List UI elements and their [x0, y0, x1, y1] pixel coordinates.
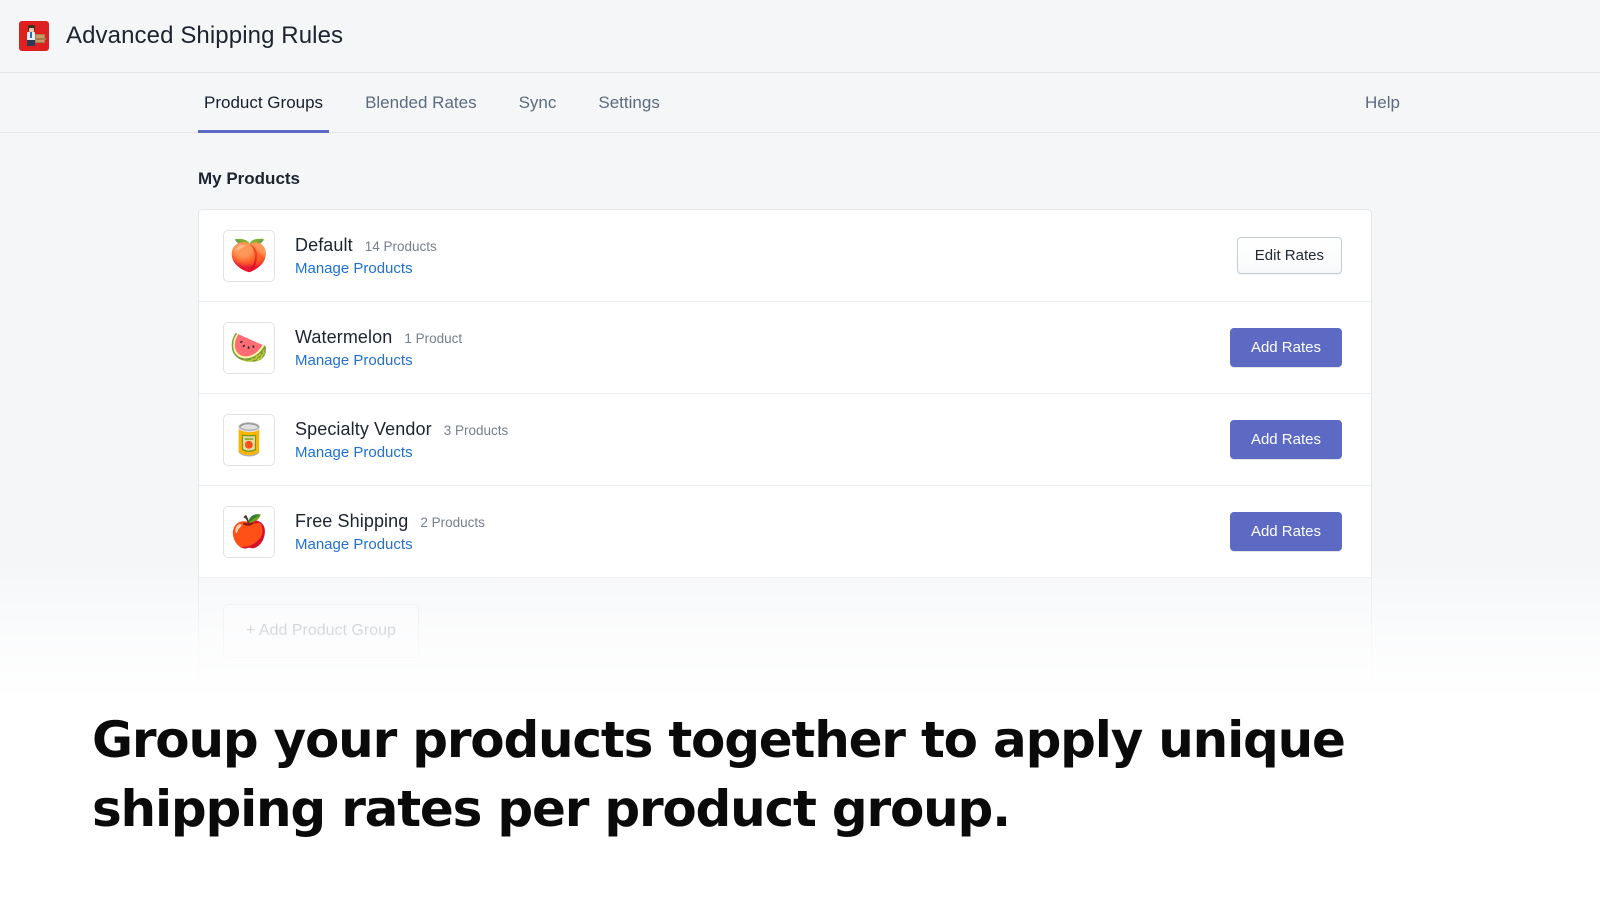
row-action: Edit Rates [1237, 237, 1342, 274]
tab-product-groups[interactable]: Product Groups [198, 73, 329, 132]
apple-thumbnail: 🍎 [223, 506, 275, 558]
row-action: Add Rates [1230, 512, 1342, 551]
section-title: My Products [198, 169, 1600, 189]
group-product-count: 3 Products [444, 423, 509, 438]
manage-products-link[interactable]: Manage Products [295, 536, 485, 553]
tab-settings[interactable]: Settings [592, 73, 665, 132]
add-rates-button[interactable]: Add Rates [1230, 328, 1342, 367]
manage-products-link[interactable]: Manage Products [295, 444, 508, 461]
peach-thumbnail: 🍑 [223, 230, 275, 282]
row-title-line: Free Shipping 2 Products [295, 511, 485, 532]
product-groups-card: 🍑 Default 14 Products Manage Products Ed… [198, 209, 1372, 689]
tab-sync[interactable]: Sync [513, 73, 563, 132]
tab-label: Settings [598, 93, 659, 113]
table-row[interactable]: 🥫 Specialty Vendor 3 Products Manage Pro… [199, 394, 1371, 486]
manage-products-link[interactable]: Manage Products [295, 260, 437, 277]
row-text: Default 14 Products Manage Products [295, 235, 437, 277]
tab-label: Product Groups [204, 93, 323, 113]
card-footer: + Add Product Group [199, 578, 1371, 688]
page-title: Advanced Shipping Rules [66, 22, 343, 50]
table-row[interactable]: 🍉 Watermelon 1 Product Manage Products A… [199, 302, 1371, 394]
row-text: Specialty Vendor 3 Products Manage Produ… [295, 419, 508, 461]
add-rates-button[interactable]: Add Rates [1230, 420, 1342, 459]
row-action: Add Rates [1230, 328, 1342, 367]
app-screenshot: Advanced Shipping Rules Product Groups B… [0, 0, 1600, 700]
watermelon-thumbnail: 🍉 [223, 322, 275, 374]
tab-label: Blended Rates [365, 93, 477, 113]
group-product-count: 2 Products [420, 515, 485, 530]
tab-label: Sync [519, 93, 557, 113]
tab-blended-rates[interactable]: Blended Rates [359, 73, 483, 132]
tab-bar: Product Groups Blended Rates Sync Settin… [0, 73, 1600, 133]
group-product-count: 1 Product [404, 331, 462, 346]
table-row[interactable]: 🍑 Default 14 Products Manage Products Ed… [199, 210, 1371, 302]
app-header: Advanced Shipping Rules [0, 0, 1600, 73]
add-rates-button[interactable]: Add Rates [1230, 512, 1342, 551]
row-title-line: Watermelon 1 Product [295, 327, 462, 348]
main-content: My Products 🍑 Default 14 Products Manage… [0, 169, 1600, 689]
canned-food-thumbnail: 🥫 [223, 414, 275, 466]
manage-products-link[interactable]: Manage Products [295, 352, 462, 369]
help-label: Help [1365, 93, 1400, 113]
row-title-line: Specialty Vendor 3 Products [295, 419, 508, 440]
table-row[interactable]: 🍎 Free Shipping 2 Products Manage Produc… [199, 486, 1371, 578]
group-name: Watermelon [295, 327, 392, 348]
group-name: Default [295, 235, 353, 256]
caption-text: Group your products together to apply un… [92, 706, 1392, 843]
row-text: Free Shipping 2 Products Manage Products [295, 511, 485, 553]
group-name: Free Shipping [295, 511, 408, 532]
group-name: Specialty Vendor [295, 419, 432, 440]
group-product-count: 14 Products [365, 239, 437, 254]
row-text: Watermelon 1 Product Manage Products [295, 327, 462, 369]
row-title-line: Default 14 Products [295, 235, 437, 256]
edit-rates-button[interactable]: Edit Rates [1237, 237, 1342, 274]
row-action: Add Rates [1230, 420, 1342, 459]
help-link[interactable]: Help [1365, 73, 1564, 132]
delivery-person-icon [19, 21, 49, 51]
add-product-group-button[interactable]: + Add Product Group [223, 604, 419, 658]
